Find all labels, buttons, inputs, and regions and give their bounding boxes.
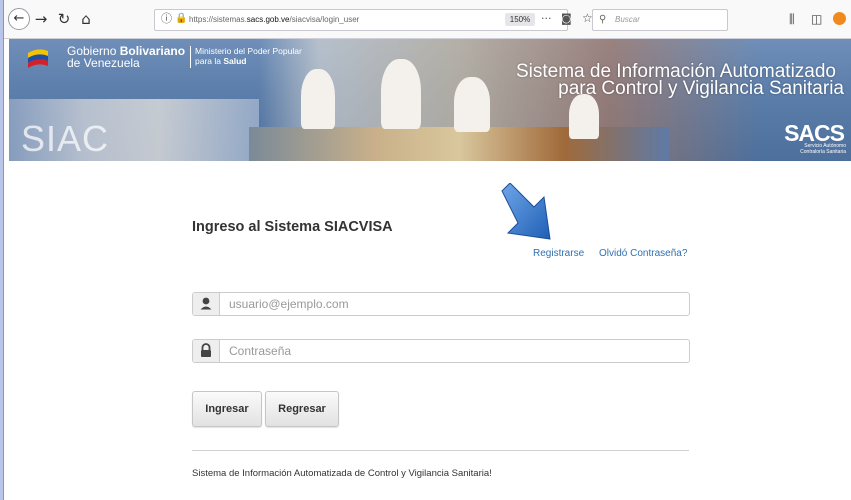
- sacs-subtitle: Servicio Autónomo Contraloría Sanitaria: [800, 143, 846, 155]
- insecure-lock-icon[interactable]: 🔒: [175, 13, 187, 24]
- sacs-logo: SACS: [784, 120, 845, 146]
- forward-arrow-icon[interactable]: →: [31, 10, 51, 28]
- browser-toolbar: ← → ↻ ⌂ ⓘ 🔒 https://sistemas.sacs.gob.ve…: [4, 0, 851, 39]
- system-title-line2: para Control y Vigilancia Sanitaria: [558, 78, 844, 99]
- search-icon: ⚲: [599, 14, 607, 25]
- footer-text: Sistema de Información Automatizada de C…: [192, 468, 492, 479]
- search-bar[interactable]: ⚲ Buscar: [592, 9, 728, 31]
- footer-divider: [192, 450, 689, 451]
- address-bar[interactable]: ⓘ 🔒 https://sistemas.sacs.gob.ve/siacvis…: [154, 9, 572, 31]
- back-arrow-icon[interactable]: ←: [8, 8, 30, 30]
- password-input[interactable]: [229, 342, 669, 359]
- email-field[interactable]: [192, 292, 690, 316]
- chef-figure: [454, 77, 490, 132]
- back-button[interactable]: Regresar: [265, 391, 339, 427]
- library-icon[interactable]: ⫼: [789, 11, 795, 27]
- pocket-icon[interactable]: ◙: [561, 12, 572, 26]
- food-counter-photo: [249, 127, 669, 161]
- forgot-password-link[interactable]: Olvidó Contraseña?: [599, 248, 687, 259]
- register-link[interactable]: Registrarse: [533, 248, 584, 259]
- chef-figure: [381, 59, 421, 129]
- url-text[interactable]: https://sistemas.sacs.gob.ve/siacvisa/lo…: [189, 13, 359, 26]
- email-input[interactable]: [229, 295, 669, 312]
- home-icon[interactable]: ⌂: [76, 10, 96, 28]
- user-icon: [193, 293, 220, 315]
- sidebar-icon[interactable]: ◫: [811, 11, 822, 27]
- siacvisa-banner: Gobierno Bolivariano de Venezuela Minist…: [9, 39, 851, 161]
- logo-divider: [190, 46, 191, 68]
- pointer-arrow-icon: [501, 183, 551, 240]
- browser-window: ← → ↻ ⌂ ⓘ 🔒 https://sistemas.sacs.gob.ve…: [3, 0, 851, 500]
- lock-icon: [193, 340, 220, 362]
- venezuela-flag-logo: [28, 49, 48, 68]
- gobierno-line2: de Venezuela: [67, 56, 140, 70]
- page-actions-icon[interactable]: ···: [541, 12, 552, 26]
- ministerio-line1: Ministerio del Poder Popular: [195, 46, 302, 56]
- zoom-level-badge[interactable]: 150%: [505, 13, 535, 26]
- chef-figure: [569, 94, 599, 139]
- login-panel: Ingreso al Sistema SIACVISA Registrarse …: [178, 210, 697, 500]
- search-placeholder: Buscar: [615, 15, 640, 24]
- info-icon[interactable]: ⓘ: [161, 12, 175, 26]
- page-title: Ingreso al Sistema SIACVISA: [192, 219, 393, 235]
- ministerio-line2: para la Salud: [195, 56, 247, 66]
- addon-icon[interactable]: [833, 12, 846, 25]
- chef-figure: [301, 69, 335, 129]
- password-field[interactable]: [192, 339, 690, 363]
- login-button[interactable]: Ingresar: [192, 391, 262, 427]
- reload-icon[interactable]: ↻: [54, 10, 74, 28]
- siac-watermark: SIAC: [21, 118, 110, 159]
